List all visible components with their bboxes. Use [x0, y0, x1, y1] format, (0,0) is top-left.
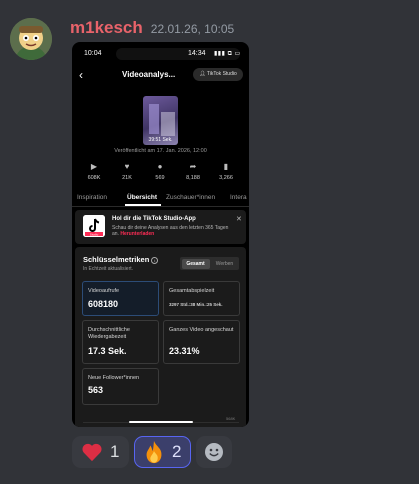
chevron-left-icon[interactable]: ‹ — [79, 68, 83, 82]
message-header: m1kesch 22.01.26, 10:05 — [70, 18, 234, 42]
key-metrics-panel: Schlüsselmetriken i In Echtzeit aktualisi… — [75, 247, 246, 427]
heart-icon: ♥ — [124, 162, 130, 171]
metric-label: Gesamtabspielzeit — [169, 288, 215, 294]
status-time-right: 14:34 — [188, 50, 206, 57]
phone-status-bar: 10:04 14:34 ▮▮▮ ⧉ ▭ — [72, 48, 249, 60]
stat-saves-value: 3,266 — [219, 175, 233, 181]
metric-value: 608180 — [88, 299, 119, 309]
stat-saves: ▮ 3,266 — [212, 162, 240, 186]
fire-icon — [146, 440, 162, 464]
tab-viewers[interactable]: Zuschauer*innen — [166, 194, 215, 201]
username[interactable]: m1kesch — [70, 18, 143, 38]
metric-value: 23.31% — [169, 346, 200, 356]
stat-likes: ♥ 21K — [113, 162, 141, 186]
toggle-total[interactable]: Gesamt — [181, 258, 210, 269]
stat-likes-value: 21K — [122, 175, 132, 181]
reaction-heart[interactable]: 1 — [72, 436, 129, 468]
stat-comments: ● 569 — [146, 162, 174, 186]
key-metrics-title-text: Schlüsselmetriken — [83, 255, 150, 264]
promo-title: Hol dir die TikTok Studio-App — [112, 216, 196, 222]
video-duration: 39:51 Sek. — [148, 137, 173, 143]
metric-value: 3297 Std.:38 Min.:25 Sek. — [169, 302, 223, 307]
avatar[interactable] — [10, 18, 52, 60]
play-icon: ▶ — [90, 162, 98, 171]
metric-value: 17.3 Sek. — [88, 346, 127, 356]
promo-text: Schau dir deine Analysen aus den letzten… — [112, 225, 230, 237]
metrics-toggle: Gesamt Werben — [180, 257, 239, 270]
metric-value: 563 — [88, 385, 104, 395]
add-reaction-button[interactable] — [196, 436, 232, 468]
bookmark-icon: ▮ — [223, 162, 229, 171]
toggle-promote[interactable]: Werben — [211, 259, 238, 269]
stat-shares: ➦ 8,188 — [179, 162, 207, 186]
top-nav: ‹ Videoanalys... 👤︎ TikTok Studio — [72, 68, 249, 84]
tiktok-studio-logo-icon: Studio — [83, 215, 105, 237]
share-icon: ➦ — [189, 162, 197, 171]
metric-label: Videoaufrufe — [88, 288, 120, 294]
reactions-bar: 1 2 — [72, 436, 232, 470]
metric-card-new-followers[interactable]: Neue Follower*innen 563 — [82, 368, 159, 405]
stats-row: ▶ 608K ♥ 21K ● 569 ➦ 8,188 ▮ 3,266 — [80, 162, 240, 186]
download-link[interactable]: Herunterladen — [120, 231, 154, 237]
metric-label: Durchschnittliche Wiedergabezeit — [88, 327, 130, 340]
tab-overview[interactable]: Übersicht — [127, 194, 157, 201]
metric-card-avg-watch-time[interactable]: Durchschnittliche Wiedergabezeit 17.3 Se… — [82, 320, 159, 364]
stat-shares-value: 8,188 — [186, 175, 200, 181]
message-timestamp: 22.01.26, 10:05 — [150, 22, 235, 36]
close-icon[interactable]: ✕ — [236, 215, 242, 223]
tab-interaction[interactable]: Intera — [230, 194, 247, 201]
metric-card-views[interactable]: Videoaufrufe 608180 — [82, 281, 159, 316]
key-metrics-subtitle: In Echtzeit aktualisiert. — [83, 266, 134, 272]
metric-label: Neue Follower*innen — [88, 375, 140, 381]
reaction-fire[interactable]: 2 — [134, 436, 191, 468]
logo-caption: Studio — [90, 232, 99, 236]
status-icons: ▮▮▮ ⧉ ▭ — [214, 51, 241, 57]
metric-label: Ganzes Video angeschaut — [169, 327, 234, 333]
info-icon[interactable]: i — [151, 256, 159, 264]
stat-views: ▶ 608K — [80, 162, 108, 186]
comment-icon: ● — [157, 162, 163, 171]
person-icon: 👤︎ — [199, 71, 206, 77]
active-tab-indicator — [125, 204, 161, 206]
reaction-count: 2 — [172, 442, 182, 461]
studio-app-promo[interactable]: Studio Hol dir die TikTok Studio-App Sch… — [75, 210, 246, 244]
add-reaction-icon — [205, 443, 223, 461]
tiktok-studio-button[interactable]: 👤︎ TikTok Studio — [193, 68, 243, 81]
metric-card-full-video[interactable]: Ganzes Video angeschaut 23.31% — [163, 320, 240, 364]
avatar-image — [10, 18, 52, 60]
key-metrics-title: Schlüsselmetriken i — [83, 255, 159, 264]
tiktok-studio-label: TikTok Studio — [206, 71, 237, 77]
metric-card-watch-time[interactable]: Gesamtabspielzeit 3297 Std.:38 Min.:25 S… — [163, 281, 240, 316]
published-date: Veröffentlicht am 17. Jan. 2026, 12:00 — [114, 148, 207, 154]
stat-views-value: 608K — [87, 175, 101, 181]
heart-icon — [82, 443, 102, 462]
attached-screenshot[interactable]: 10:04 14:34 ▮▮▮ ⧉ ▭ ‹ Videoanalys... 👤︎ … — [72, 42, 249, 427]
video-thumbnail[interactable]: 39:51 Sek. — [143, 96, 178, 145]
stat-comments-value: 569 — [155, 175, 165, 181]
home-indicator — [129, 421, 193, 423]
tab-inspiration[interactable]: Inspiration — [77, 194, 107, 201]
page-title: Videoanalys... — [122, 70, 176, 79]
status-time-left: 10:04 — [84, 50, 102, 57]
chart-axis-label: 568K — [226, 416, 236, 421]
reaction-count: 1 — [110, 442, 120, 461]
